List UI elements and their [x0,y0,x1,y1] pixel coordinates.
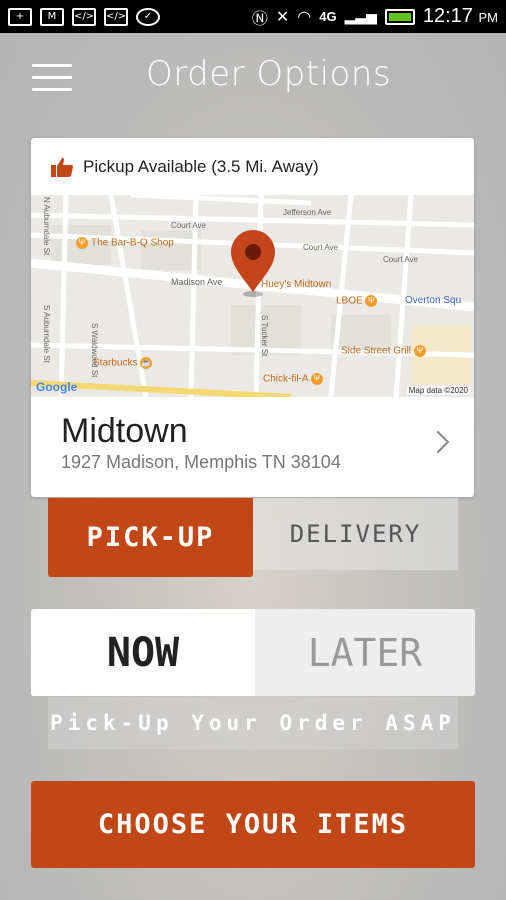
store-name: Midtown [61,412,188,450]
map-copyright: Map data ©2020 [406,386,470,395]
map-street: N Auburndale St [42,197,51,256]
fulfillment-toggle: PICK-UP DELIVERY [48,498,458,577]
map-street: S Auburndale St [42,305,51,363]
wifi-icon: ◠ [297,8,312,26]
thumbs-up-icon [51,157,73,177]
map-street: Jefferson Ave [283,208,332,217]
delivery-button[interactable]: DELIVERY [253,498,458,570]
map-street: S Tucker St [260,315,269,357]
availability-text: Pickup Available (3.5 Mi. Away) [83,156,319,176]
map-place: Huey's Midtown [261,279,332,290]
google-logo: Google [36,380,78,394]
map-place: Starbucks ☕ [93,357,153,369]
map-street: Court Ave [383,255,418,264]
nfc-icon: Ⓝ [251,10,268,28]
menu-icon[interactable] [32,64,72,92]
page-title: Order Options [146,54,392,94]
mute-icon: ✕ [275,8,290,26]
battery-icon [384,8,415,25]
chevron-right-icon[interactable] [426,430,450,454]
map-street: S Waldwood St [90,323,99,378]
choose-items-button[interactable]: CHOOSE YOUR ITEMS [31,781,475,868]
store-map[interactable]: Ψ The Bar-B-Q Shop Huey's Midtown LBOE Ψ … [31,195,474,397]
pickup-button[interactable]: PICK-UP [48,498,253,577]
gmail-icon: M [40,7,64,26]
location-card[interactable]: Pickup Available (3.5 Mi. Away) Ψ The Ba… [31,138,474,497]
store-address: 1927 Madison, Memphis TN 38104 [61,452,341,472]
later-button[interactable]: LATER [255,609,475,696]
status-bar: + M </> </> ✓ Ⓝ ✕ ◠ 4G ▂▃▅ 12:17 PM [0,0,506,33]
code-icon: </> [104,7,128,26]
map-street: Madison Ave [171,277,223,287]
map-place: Overton Squ [405,295,462,306]
now-button[interactable]: NOW [31,609,255,696]
map-place: Ψ The Bar-B-Q Shop [76,237,174,249]
chat-icon: ✓ [136,7,160,26]
map-place: Chick-fil-A Ψ [263,373,326,385]
timing-toggle: NOW LATER [31,609,475,696]
add-icon: + [8,7,32,26]
timing-message: Pick-Up Your Order ASAP [48,697,458,749]
clock: 12:17 PM [422,5,498,27]
code-icon: </> [72,7,96,26]
map-street: Court Ave [303,243,338,252]
map-street: Court Ave [171,221,206,230]
map-place: Side Street Grill Ψ [341,345,429,357]
pickup-availability: Pickup Available (3.5 Mi. Away) [31,138,474,195]
signal-icon: ▂▃▅ [344,8,377,24]
map-place: LBOE Ψ [336,295,380,307]
network-type: 4G [319,9,337,24]
